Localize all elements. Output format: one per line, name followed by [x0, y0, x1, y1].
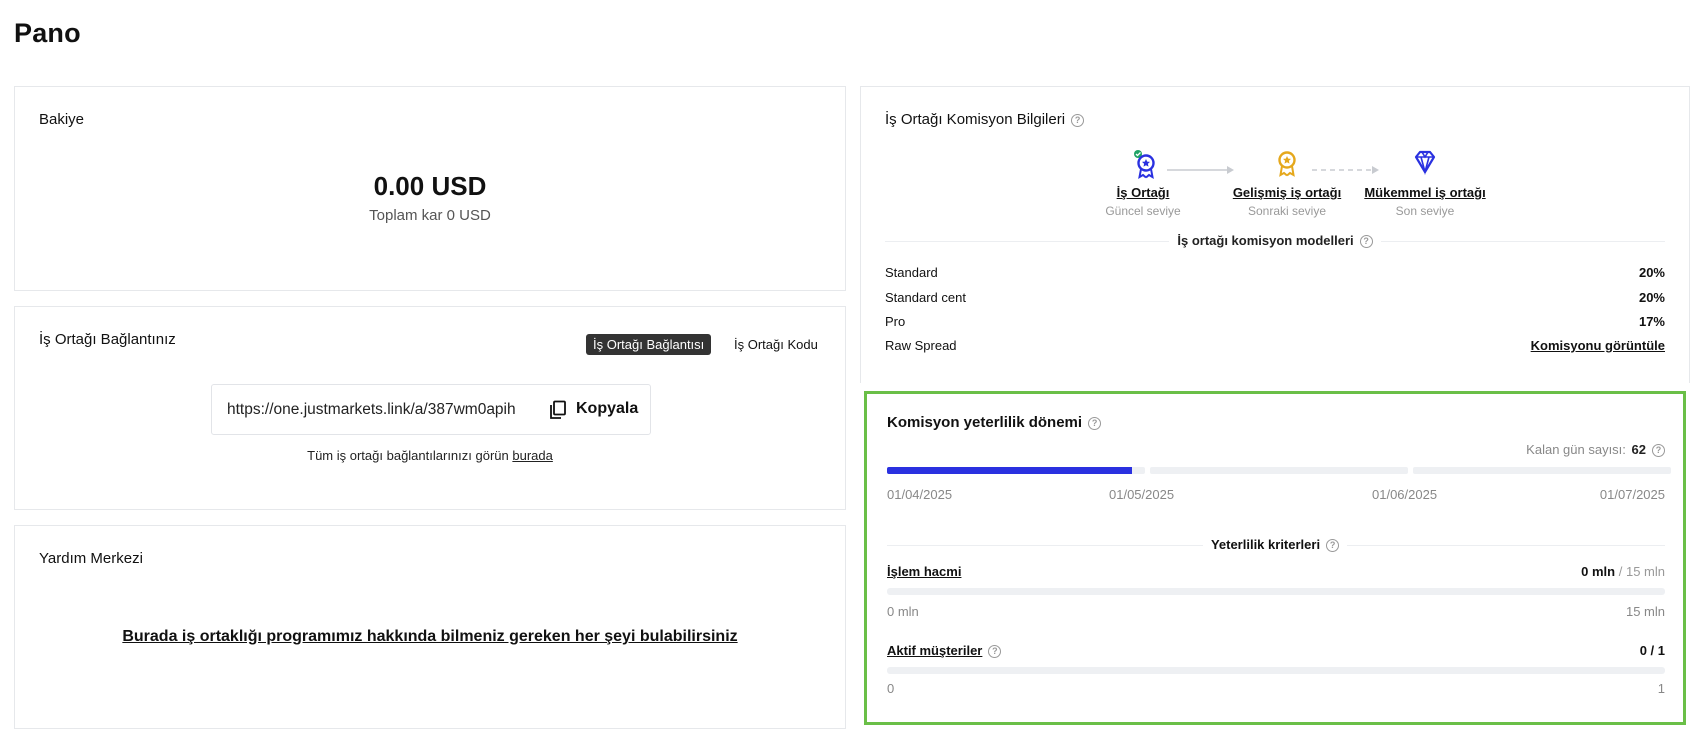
trading-volume-max: 15 mln	[1625, 604, 1665, 619]
active-clients-link[interactable]: Aktif müşteriler	[887, 643, 982, 658]
partner-link-url[interactable]: https://one.justmarkets.link/a/387wm0api…	[227, 401, 516, 419]
qualification-title-text: Komisyon yeterlilik dönemi	[887, 414, 1083, 431]
help-icon[interactable]: ?	[1071, 113, 1085, 127]
model-name: Pro	[885, 314, 906, 329]
tab-partner-code[interactable]: İş Ortağı Kodu	[727, 334, 825, 355]
active-clients-min: 0	[887, 681, 895, 696]
period-progress-fill	[887, 467, 1133, 474]
criteria-title: Yeterlilik kriterleri?	[867, 537, 1683, 553]
level-excellent-status: Son seviye	[1395, 204, 1455, 218]
trading-volume-target: / 15 mln	[1618, 564, 1665, 579]
partner-link-field: https://one.justmarkets.link/a/387wm0api…	[211, 384, 651, 435]
help-icon[interactable]: ?	[1088, 416, 1102, 430]
copy-icon[interactable]	[547, 399, 569, 421]
days-left: Kalan gün sayısı: 62?	[1526, 442, 1665, 458]
period-date: 01/04/2025	[887, 487, 953, 502]
help-center-card: Yardım Merkezi Burada iş ortaklığı progr…	[14, 525, 846, 729]
model-name: Standard	[885, 265, 938, 280]
trading-volume-min: 0 mln	[887, 604, 919, 619]
model-row: Standard cent 20%	[885, 290, 1665, 308]
balance-amount: 0.00 USD	[373, 171, 487, 201]
commission-info-title-text: İş Ortağı Komisyon Bilgileri	[885, 111, 1066, 128]
view-commission-link[interactable]: Komisyonu görüntüle	[1531, 338, 1665, 353]
level-excellent-partner[interactable]: Mükemmel iş ortağı Son seviye	[1357, 149, 1493, 218]
all-links-note: Tüm iş ortağı bağlantılarınızı görün bur…	[15, 448, 845, 463]
all-links-text: Tüm iş ortağı bağlantılarınızı görün	[307, 448, 509, 463]
model-value: 20%	[1638, 290, 1665, 305]
period-date: 01/07/2025	[1599, 487, 1665, 502]
level-advanced-name[interactable]: Gelişmiş iş ortağı	[1222, 185, 1352, 200]
active-clients-bar	[887, 667, 1665, 674]
total-profit: Toplam kar 0 USD	[369, 207, 491, 224]
medal-blue-icon	[1134, 150, 1155, 179]
days-left-value: 62	[1631, 442, 1646, 457]
page-title: Pano	[14, 18, 81, 48]
qualification-period-card: Komisyon yeterlilik dönemi? Kalan gün sa…	[864, 391, 1686, 725]
copy-button[interactable]: Kopyala	[576, 400, 638, 418]
level-partner-status: Güncel seviye	[1105, 204, 1181, 218]
balance-card: Bakiye 0.00 USD Toplam kar 0 USD	[14, 86, 846, 291]
level-excellent-name[interactable]: Mükemmel iş ortağı	[1357, 185, 1493, 200]
criteria-title-text: Yeterlilik kriterleri	[1210, 537, 1321, 552]
tab-partner-link[interactable]: İş Ortağı Bağlantısı	[586, 334, 712, 355]
period-progress-segment	[1150, 467, 1408, 474]
model-row: Pro 17%	[885, 314, 1665, 332]
model-value: 17%	[1638, 314, 1665, 329]
model-row: Standard 20%	[885, 265, 1665, 283]
active-clients: Aktif müşteriler?	[887, 643, 1002, 659]
help-icon[interactable]: ?	[1359, 235, 1373, 249]
commission-models-title: İş ortağı komisyon modelleri?	[861, 233, 1689, 249]
all-links-link[interactable]: burada	[512, 448, 552, 463]
level-partner-name[interactable]: İş Ortağı	[1089, 185, 1197, 200]
trading-volume-bar	[887, 588, 1665, 595]
level-partner[interactable]: İş Ortağı Güncel seviye	[1089, 149, 1197, 218]
active-clients-value: 0 / 1	[1639, 643, 1665, 658]
level-advanced-status: Sonraki seviye	[1247, 204, 1327, 218]
qualification-title: Komisyon yeterlilik dönemi?	[887, 414, 1102, 431]
model-value: 20%	[1638, 265, 1665, 280]
model-name: Raw Spread	[885, 338, 957, 353]
period-date: 01/06/2025	[1372, 487, 1438, 502]
period-progress-segment	[1413, 467, 1671, 474]
days-left-label: Kalan gün sayısı:	[1526, 442, 1626, 457]
active-clients-max: 1	[1657, 681, 1665, 696]
level-advanced-partner[interactable]: Gelişmiş iş ortağı Sonraki seviye	[1222, 149, 1352, 218]
model-name: Standard cent	[885, 290, 966, 305]
commission-info-card: İş Ortağı Komisyon Bilgileri? İş Ortağı …	[860, 86, 1690, 383]
help-icon[interactable]: ?	[1326, 539, 1340, 553]
trading-volume-value: 0 mln / 15 mln	[1581, 564, 1665, 579]
trading-volume-current: 0 mln	[1581, 564, 1616, 579]
partner-link-title: İş Ortağı Bağlantınız	[39, 331, 176, 348]
period-progress-segment	[887, 467, 1145, 474]
model-row: Raw Spread Komisyonu görüntüle	[885, 338, 1665, 356]
balance-title: Bakiye	[39, 111, 85, 128]
diamond-icon	[1414, 150, 1436, 176]
commission-info-title: İş Ortağı Komisyon Bilgileri?	[885, 111, 1085, 128]
help-center-link[interactable]: Burada iş ortaklığı programımız hakkında…	[15, 628, 845, 646]
help-icon[interactable]: ?	[1652, 444, 1665, 458]
partner-link-card: İş Ortağı Bağlantınız İş Ortağı Bağlantı…	[14, 306, 846, 510]
medal-gold-icon	[1278, 151, 1296, 177]
help-center-title: Yardım Merkezi	[39, 550, 143, 567]
commission-models-title-text: İş ortağı komisyon modelleri	[1177, 233, 1354, 248]
period-date: 01/05/2025	[1109, 487, 1175, 502]
trading-volume-link[interactable]: İşlem hacmi	[887, 564, 961, 579]
help-icon[interactable]: ?	[988, 645, 1002, 659]
